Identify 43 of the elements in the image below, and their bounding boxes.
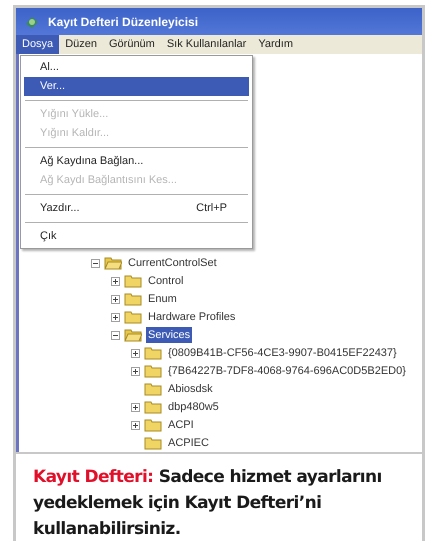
folder-icon (124, 310, 142, 324)
menu-item[interactable]: Görünüm (102, 35, 161, 54)
menu-option[interactable]: Çık (24, 227, 249, 246)
expand-icon[interactable] (131, 420, 140, 430)
folder-icon (144, 436, 162, 450)
menu-item[interactable]: Dosya (16, 35, 60, 54)
tree-item[interactable]: Control (146, 272, 186, 290)
tree-item[interactable]: ACPIEC (166, 434, 211, 452)
tree-item[interactable]: Enum (146, 290, 179, 308)
tree-item[interactable]: ACPI (166, 416, 196, 434)
menu-option[interactable]: Ağ Kaydına Bağlan... (24, 152, 249, 171)
open-folder-icon (104, 256, 122, 270)
folder-icon (144, 382, 162, 396)
tree-item[interactable]: Abiosdsk (166, 380, 215, 398)
collapse-icon[interactable] (111, 330, 120, 340)
expand-icon[interactable] (111, 312, 120, 322)
expand-icon[interactable] (111, 276, 120, 286)
expand-icon[interactable] (111, 294, 120, 304)
folder-icon (144, 400, 162, 414)
menu-item[interactable]: Düzen (59, 35, 103, 54)
tree-item[interactable]: {0809B41B-CF56-4CE3-9907-B0415EF22437} (166, 344, 399, 362)
tree-item[interactable]: CurrentControlSet (126, 254, 219, 272)
collapse-icon[interactable] (91, 258, 100, 268)
expand-icon[interactable] (131, 348, 140, 358)
folder-icon (124, 292, 142, 306)
folder-icon (144, 364, 162, 378)
tree-item[interactable]: Hardware Profiles (146, 308, 238, 326)
tree-item[interactable]: {7B64227B-7DF8-4068-9764-696AC0D5B2ED0} (166, 362, 408, 380)
open-folder-icon (124, 328, 142, 342)
tree-item[interactable]: dbp480w5 (166, 398, 221, 416)
folder-icon (144, 346, 162, 360)
folder-icon (144, 418, 162, 432)
menu-option[interactable]: Ver... (24, 77, 249, 96)
menu-option[interactable]: Yazdır... Ctrl+P (24, 199, 249, 218)
folder-icon (124, 274, 142, 288)
expand-icon[interactable] (131, 402, 140, 412)
menu-item[interactable]: Sık Kullanılanlar (160, 35, 252, 54)
expand-icon[interactable] (131, 366, 140, 376)
caption-text: Kayıt Defteri: Sadece hizmet ayarlarını yedeklemek için Kayıt Defteri’ni kullanabilirsiniz. (33, 466, 383, 541)
menu-item[interactable]: Yardım (252, 35, 299, 54)
menu-option[interactable]: Al... (24, 58, 249, 77)
tree-item[interactable]: Services (146, 326, 192, 344)
window-title: Kayıt Defteri Düzenleyicisi (48, 14, 198, 31)
